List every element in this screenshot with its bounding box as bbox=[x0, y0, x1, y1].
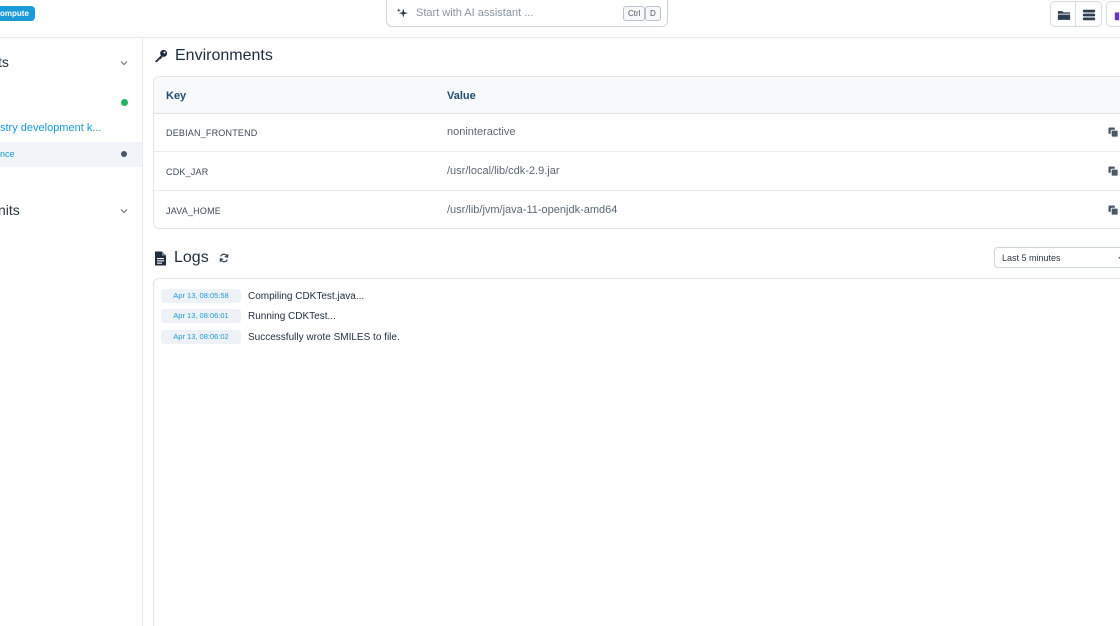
key-icon bbox=[155, 49, 168, 63]
chevron-down-icon[interactable] bbox=[119, 58, 129, 68]
table-row: JAVA_HOME /usr/lib/jvm/java-11-openjdk-a… bbox=[154, 192, 1120, 228]
env-key: CDK_JAR bbox=[166, 167, 209, 177]
chevron-down-icon[interactable] bbox=[119, 206, 129, 216]
sidebar-item-development-kit[interactable]: stry development k... bbox=[0, 122, 102, 134]
folder-icon bbox=[1057, 11, 1071, 20]
column-header-key: Key bbox=[166, 90, 187, 102]
log-timestamp: Apr 13, 08:05:58 bbox=[161, 289, 241, 303]
folder-button[interactable] bbox=[1050, 1, 1076, 27]
ai-assistant-search[interactable]: Start with AI assistant ... Ctrl D bbox=[386, 0, 668, 27]
log-message: Successfully wrote SMILES to file. bbox=[248, 331, 400, 343]
table-row: DEBIAN_FRONTEND noninteractive bbox=[154, 114, 1120, 152]
time-range-select[interactable]: Last 5 minutes bbox=[994, 247, 1120, 268]
logs-heading: Logs bbox=[154, 249, 229, 267]
logs-panel: Apr 13, 08:05:58 Compiling CDKTest.java.… bbox=[153, 278, 1120, 626]
table-header: Key Value bbox=[154, 77, 1120, 114]
gift-icon bbox=[1114, 12, 1120, 21]
status-dot bbox=[121, 99, 128, 106]
sidebar-section-title[interactable]: ts bbox=[0, 54, 9, 70]
copy-icon[interactable] bbox=[1108, 205, 1119, 216]
copy-icon[interactable] bbox=[1108, 127, 1119, 138]
status-dot bbox=[121, 151, 127, 157]
log-timestamp: Apr 13, 08:06:01 bbox=[161, 309, 241, 323]
sidebar: ts stry development k... nce nits bbox=[0, 38, 143, 626]
sidebar-section-title[interactable]: nits bbox=[0, 202, 20, 218]
compute-badge[interactable]: ompute bbox=[0, 6, 35, 21]
time-range-value: Last 5 minutes bbox=[1002, 253, 1061, 263]
log-entry: Apr 13, 08:06:01 Running CDKTest... bbox=[161, 309, 336, 323]
table-row: CDK_JAR /usr/local/lib/cdk-2.9.jar bbox=[154, 153, 1120, 191]
document-icon bbox=[155, 251, 166, 265]
log-message: Running CDKTest... bbox=[248, 310, 336, 322]
environments-title: Environments bbox=[175, 47, 273, 64]
copy-icon[interactable] bbox=[1108, 166, 1119, 177]
top-bar: ompute Start with AI assistant ... Ctrl … bbox=[0, 0, 1120, 38]
database-button[interactable] bbox=[1076, 1, 1102, 27]
environments-heading: Environments bbox=[154, 47, 273, 65]
env-key: JAVA_HOME bbox=[166, 206, 221, 216]
log-message: Compiling CDKTest.java... bbox=[248, 290, 365, 302]
env-value: /usr/local/lib/cdk-2.9.jar bbox=[447, 165, 560, 177]
shortcut-d-key: D bbox=[645, 6, 661, 21]
main-content: Environments Key Value DEBIAN_FRONTEND n… bbox=[143, 38, 1120, 626]
log-timestamp: Apr 13, 08:06:02 bbox=[161, 330, 241, 344]
shortcut-ctrl-key: Ctrl bbox=[623, 6, 646, 21]
gift-button[interactable] bbox=[1106, 1, 1120, 27]
env-value: noninteractive bbox=[447, 126, 516, 138]
column-header-value: Value bbox=[447, 90, 476, 102]
sidebar-item-active[interactable]: nce bbox=[0, 142, 142, 167]
sparkle-icon bbox=[396, 8, 408, 18]
env-value: /usr/lib/jvm/java-11-openjdk-amd64 bbox=[447, 204, 618, 216]
logs-title: Logs bbox=[174, 249, 209, 266]
env-key: DEBIAN_FRONTEND bbox=[166, 128, 258, 138]
database-icon bbox=[1082, 9, 1096, 21]
environments-table: Key Value DEBIAN_FRONTEND noninteractive… bbox=[153, 76, 1120, 229]
log-entry: Apr 13, 08:06:02 Successfully wrote SMIL… bbox=[161, 330, 400, 344]
log-entry: Apr 13, 08:05:58 Compiling CDKTest.java.… bbox=[161, 289, 364, 303]
assistant-placeholder: Start with AI assistant ... bbox=[416, 7, 534, 19]
sidebar-item-label: nce bbox=[0, 149, 15, 159]
refresh-icon[interactable] bbox=[219, 253, 229, 263]
